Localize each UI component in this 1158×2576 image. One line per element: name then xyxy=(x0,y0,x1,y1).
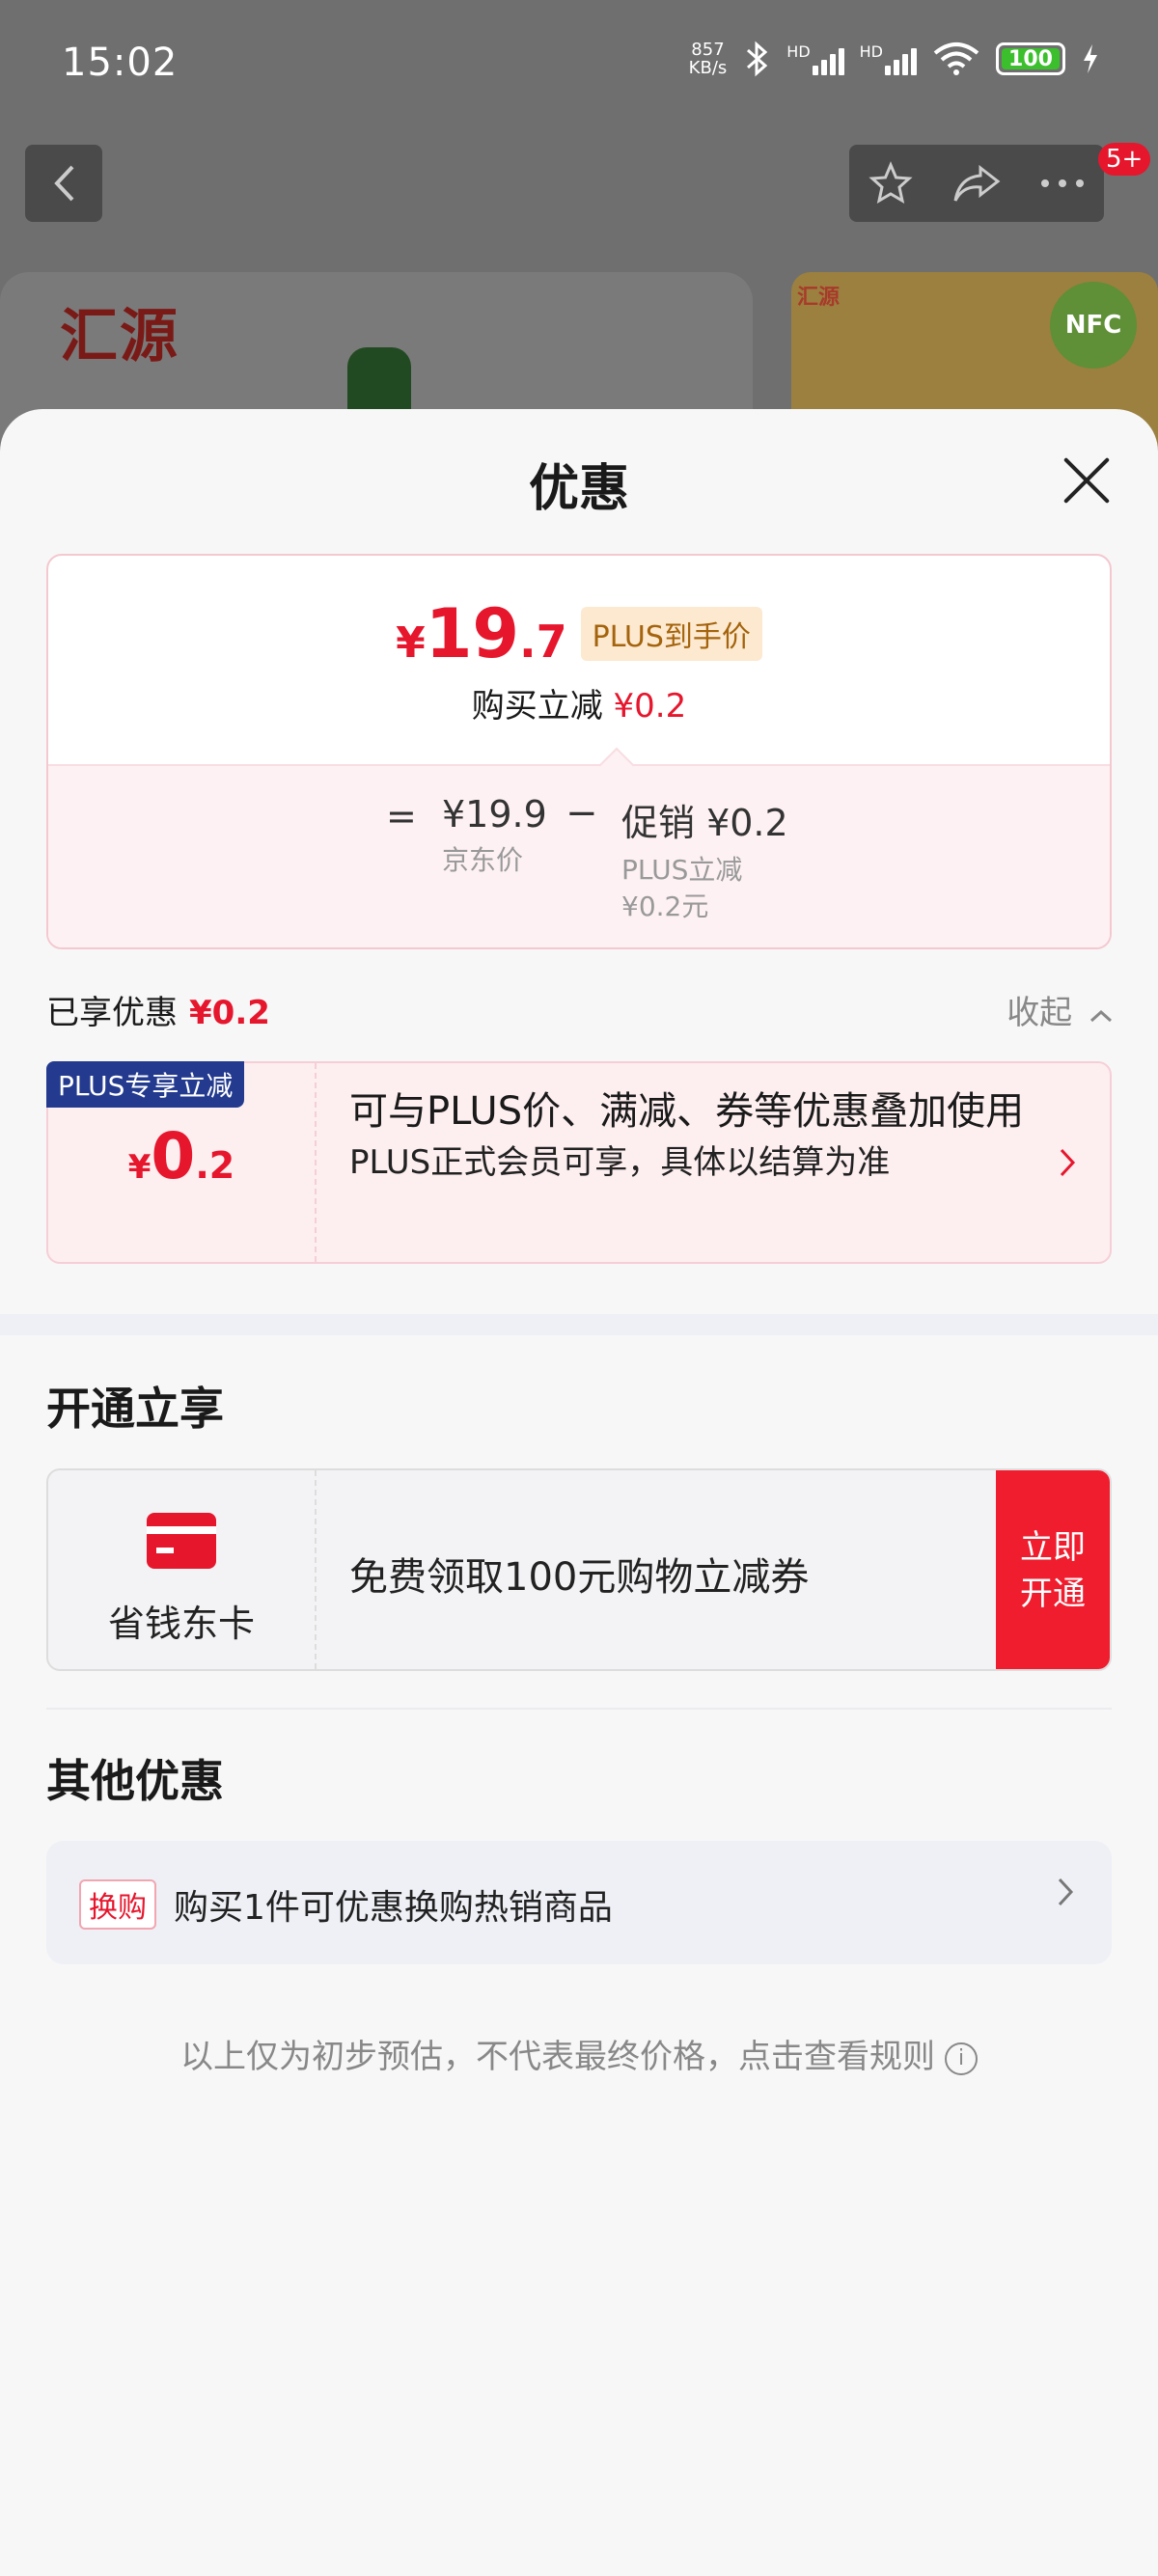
net-speed: 857 KB/s xyxy=(688,40,728,78)
sheet-title: 优惠 xyxy=(528,460,629,518)
more-icon[interactable] xyxy=(1039,178,1086,189)
final-price-row: ¥19.7 PLUS到手价 xyxy=(48,594,1110,673)
open-now-button[interactable]: 立即 开通 xyxy=(996,1470,1110,1669)
star-icon[interactable] xyxy=(868,160,914,206)
coupon-value: ¥0.2 xyxy=(127,1119,235,1193)
membership-card[interactable]: 省钱东卡 免费领取100元购物立减券 立即 开通 xyxy=(46,1468,1112,1671)
status-bar: 15:02 857 KB/s HD HD 100 xyxy=(0,0,1158,125)
info-icon: i xyxy=(945,2042,978,2075)
top-action-group xyxy=(849,145,1104,222)
product-page-background: 汇源 汇源 NFC 15:02 857 KB/s HD HD 100 5+ xyxy=(0,0,1158,453)
card-description: 免费领取100元购物立减券 xyxy=(349,1555,810,1600)
chevron-up-icon xyxy=(1089,1009,1113,1023)
buy-discount-line: 购买立减 ¥0.2 xyxy=(471,687,687,726)
coupon-description: 可与PLUS价、满减、券等优惠叠加使用 PLUS正式会员可享，具体以结算为准 xyxy=(349,1089,1025,1182)
trade-in-tag: 换购 xyxy=(79,1879,156,1930)
share-icon[interactable] xyxy=(951,162,1002,205)
plus-price-tag: PLUS到手价 xyxy=(580,607,762,661)
charging-icon xyxy=(1084,44,1097,73)
card-name: 省钱东卡 xyxy=(107,1603,255,1645)
nfc-badge: NFC xyxy=(1050,282,1137,369)
discount-sheet: 优惠 ¥19.7 PLUS到手价 购买立减 ¥0.2 = ¥19.9 京东价 − xyxy=(0,409,1158,2576)
enjoyed-discount: 已享优惠 ¥0.2 xyxy=(46,994,270,1032)
plus-coupon[interactable]: PLUS专享立减 ¥0.2 可与PLUS价、满减、券等优惠叠加使用 PLUS正式… xyxy=(46,1061,1112,1264)
final-price: ¥19.7 xyxy=(396,594,567,673)
status-icons: 857 KB/s HD HD 100 xyxy=(689,41,1100,77)
trade-in-row[interactable]: 换购 购买1件可优惠换购热销商品 xyxy=(46,1841,1112,1964)
bluetooth-icon xyxy=(747,41,768,77)
trade-in-text: 购买1件可优惠换购热销商品 xyxy=(174,1888,613,1928)
close-icon[interactable] xyxy=(1060,453,1114,507)
wifi-icon xyxy=(933,42,979,75)
signal-1: HD xyxy=(786,42,844,75)
section-separator xyxy=(0,1314,1158,1335)
minus-sign: − xyxy=(565,791,598,836)
collapse-button[interactable]: 收起 xyxy=(1006,986,1114,1033)
chevron-left-icon xyxy=(54,165,74,202)
screen: 汇源 汇源 NFC 15:02 857 KB/s HD HD 100 5+ 优惠… xyxy=(0,0,1158,2576)
signal-2: HD xyxy=(860,42,917,75)
disclaimer-link[interactable]: 以上仅为初步预估，不代表最终价格，点击查看规则 i xyxy=(0,2030,1158,2077)
message-badge: 5+ xyxy=(1098,143,1151,176)
credit-card-icon xyxy=(147,1513,216,1569)
back-button[interactable] xyxy=(25,145,102,222)
price-formula: = ¥19.9 京东价 − 促销 ¥0.2 PLUS立减 ¥0.2元 xyxy=(48,764,1110,947)
battery-icon: 100 xyxy=(996,42,1065,75)
card-divider xyxy=(315,1470,317,1669)
coupon-divider xyxy=(315,1063,317,1262)
equals-sign: = xyxy=(386,795,417,837)
chevron-right-icon xyxy=(1056,1874,1075,1918)
signal-bars-icon xyxy=(812,42,844,75)
signal-bars-icon xyxy=(885,42,917,75)
open-section-title: 开通立享 xyxy=(46,1383,224,1435)
brand-small-logo: 汇源 xyxy=(797,286,841,310)
plus-coupon-tag: PLUS专享立减 xyxy=(46,1061,245,1108)
promo-block: 促销 ¥0.2 PLUS立减 ¥0.2元 xyxy=(621,802,788,922)
divider xyxy=(46,1708,1112,1710)
jd-price-block: ¥19.9 京东价 xyxy=(442,793,547,876)
status-time: 15:02 xyxy=(62,41,179,85)
brand-logo: 汇源 xyxy=(60,303,179,370)
chevron-right-icon[interactable] xyxy=(1058,1144,1077,1189)
price-card: ¥19.7 PLUS到手价 购买立减 ¥0.2 = ¥19.9 京东价 − 促销… xyxy=(46,554,1112,949)
other-section-title: 其他优惠 xyxy=(46,1755,224,1807)
